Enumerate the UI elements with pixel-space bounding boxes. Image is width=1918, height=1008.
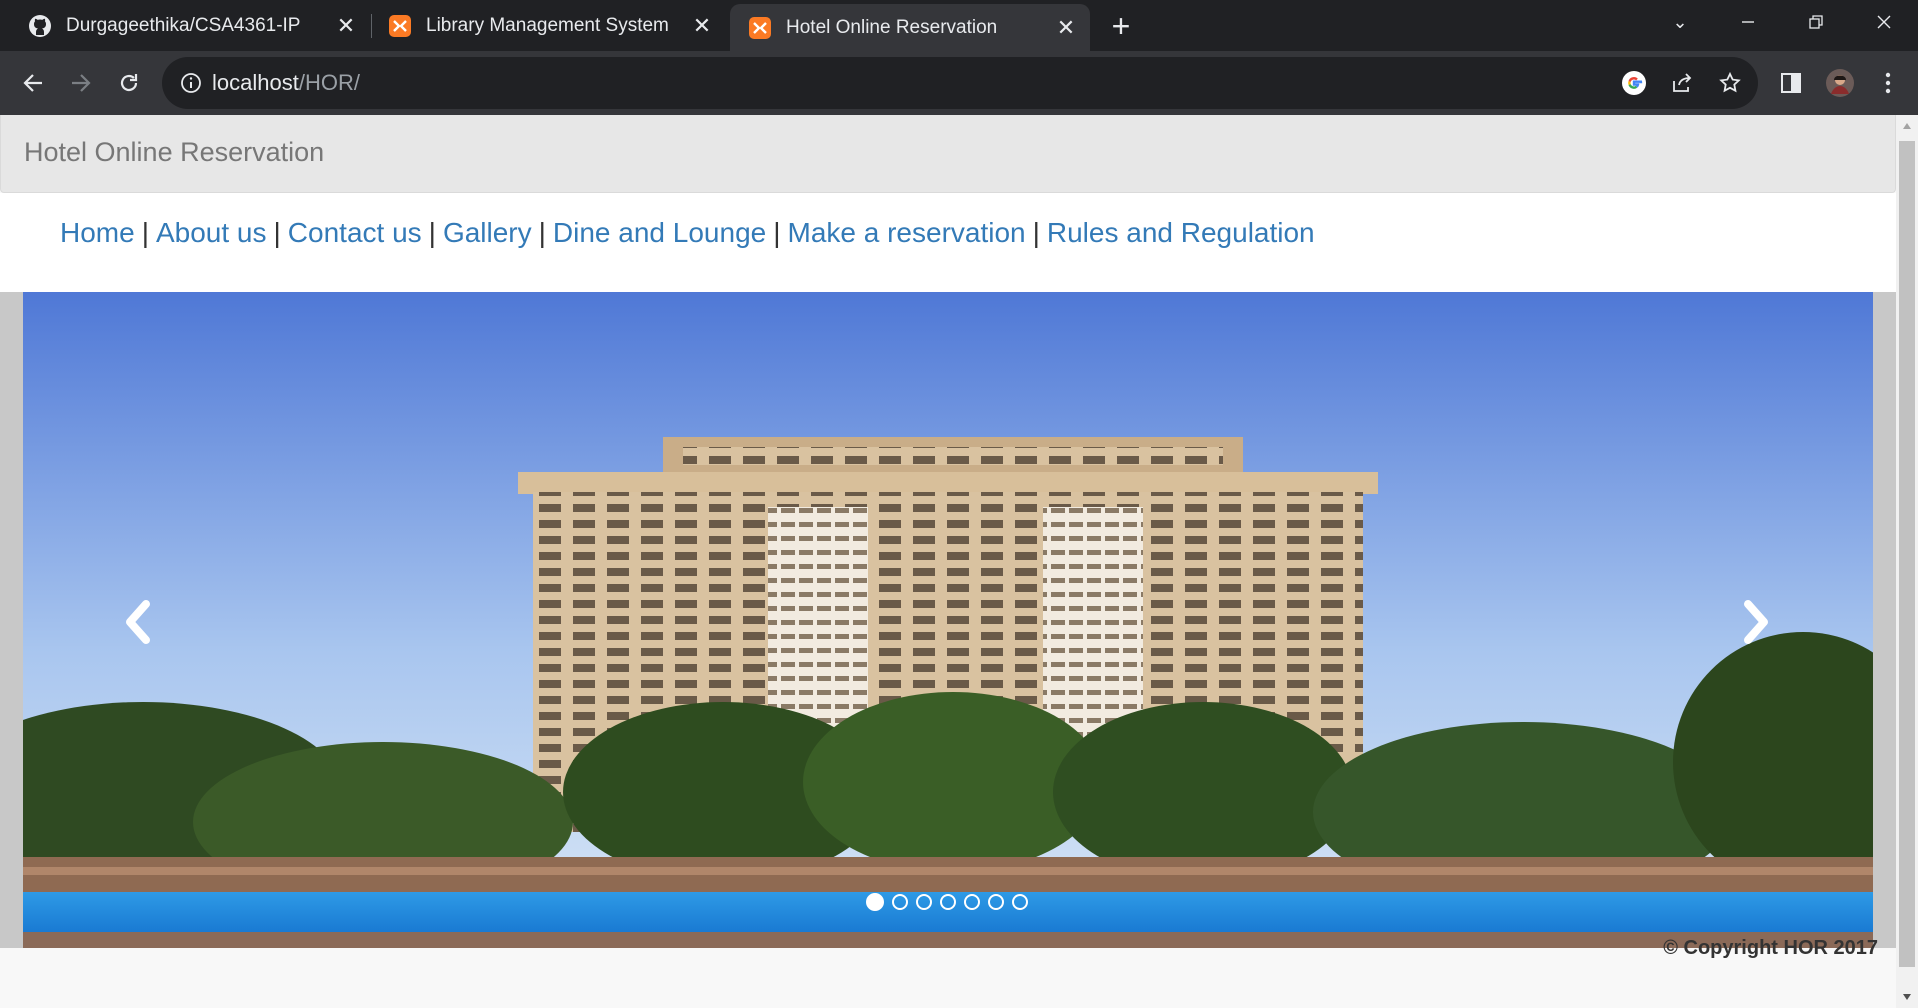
info-icon[interactable] [178, 70, 204, 96]
xampp-icon [389, 14, 411, 37]
menu-separator: | [773, 217, 781, 248]
menu-separator: | [428, 217, 436, 248]
carousel-indicator-5[interactable] [964, 894, 980, 910]
scrollbar-thumb[interactable] [1899, 141, 1915, 967]
back-icon[interactable] [11, 61, 55, 105]
vertical-scrollbar[interactable] [1896, 115, 1918, 1008]
forward-icon[interactable] [59, 61, 103, 105]
carousel-indicators [866, 893, 1028, 911]
close-tab-icon[interactable]: ✕ [332, 12, 360, 40]
menu-separator: | [141, 217, 149, 248]
new-tab-button[interactable]: + [1103, 8, 1139, 44]
minimize-icon[interactable] [1716, 0, 1780, 44]
top-navbar: Hotel Online Reservation [0, 115, 1896, 193]
carousel-next-icon[interactable] [1726, 592, 1786, 652]
menu-rules-link[interactable]: Rules and Regulation [1047, 217, 1315, 248]
github-icon [29, 14, 51, 37]
carousel-indicator-2[interactable] [892, 894, 908, 910]
profile-avatar[interactable] [1824, 67, 1856, 99]
menu-icon[interactable] [1872, 67, 1904, 99]
reload-icon[interactable] [107, 61, 151, 105]
menu-contact-link[interactable]: Contact us [288, 217, 422, 248]
carousel-slide-image [23, 292, 1873, 948]
menu-separator: | [1032, 217, 1040, 248]
browser-toolbar: localhost/HOR/ [0, 51, 1918, 115]
close-tab-icon[interactable]: ✕ [1052, 14, 1080, 42]
tab-title: Durgageethika/CSA4361-IP [66, 14, 301, 36]
share-icon[interactable] [1668, 69, 1696, 97]
google-icon[interactable] [1620, 69, 1648, 97]
scroll-down-arrow-icon[interactable] [1896, 986, 1918, 1008]
url-host: localhost [212, 70, 299, 95]
menu-separator: | [273, 217, 281, 248]
carousel-indicator-7[interactable] [1012, 894, 1028, 910]
main-menu: Home | About us | Contact us | Gallery | Dine an… [0, 193, 1896, 292]
carousel-prev-icon[interactable] [108, 592, 168, 652]
page-viewport: Hotel Online Reservation Home | About us | C… [0, 115, 1918, 1008]
tab-hotel-online-reservation[interactable]: Hotel Online Reservation ✕ [730, 4, 1090, 51]
menu-dine-lounge-link[interactable]: Dine and Lounge [553, 217, 766, 248]
copyright-footer: © Copyright HOR 2017 [1663, 937, 1878, 959]
menu-home-link[interactable]: Home [60, 217, 135, 248]
brand-title[interactable]: Hotel Online Reservation [24, 137, 324, 168]
tab-github[interactable]: Durgageethika/CSA4361-IP ✕ [0, 0, 370, 51]
browser-tabstrip: Durgageethika/CSA4361-IP ✕ Library Manag… [0, 0, 1918, 51]
carousel-indicator-1[interactable] [866, 893, 884, 911]
close-window-icon[interactable] [1852, 0, 1916, 44]
tab-library-management[interactable]: Library Management System ✕ [360, 0, 726, 51]
scroll-up-arrow-icon[interactable] [1896, 115, 1918, 137]
menu-reservation-link[interactable]: Make a reservation [788, 217, 1026, 248]
close-tab-icon[interactable]: ✕ [688, 12, 716, 40]
tab-title: Library Management System [426, 14, 669, 36]
hero-carousel [0, 292, 1896, 948]
tab-search-icon[interactable]: ⌄ [1648, 0, 1712, 44]
xampp-icon [749, 16, 771, 39]
star-icon[interactable] [1716, 69, 1744, 97]
side-panel-icon[interactable] [1775, 67, 1807, 99]
menu-gallery-link[interactable]: Gallery [443, 217, 532, 248]
restore-icon[interactable] [1784, 0, 1848, 44]
tab-title: Hotel Online Reservation [786, 16, 998, 38]
address-bar[interactable]: localhost/HOR/ [162, 57, 1758, 109]
carousel-indicator-6[interactable] [988, 894, 1004, 910]
menu-about-link[interactable]: About us [156, 217, 267, 248]
carousel-indicator-3[interactable] [916, 894, 932, 910]
menu-links: Home | About us | Contact us | Gallery | Dine an… [60, 217, 1315, 249]
page-body: Hotel Online Reservation Home | About us | C… [0, 115, 1896, 1008]
menu-separator: | [538, 217, 546, 248]
carousel-indicator-4[interactable] [940, 894, 956, 910]
url-path: /HOR/ [298, 70, 360, 95]
url-text: localhost/HOR/ [212, 70, 360, 96]
